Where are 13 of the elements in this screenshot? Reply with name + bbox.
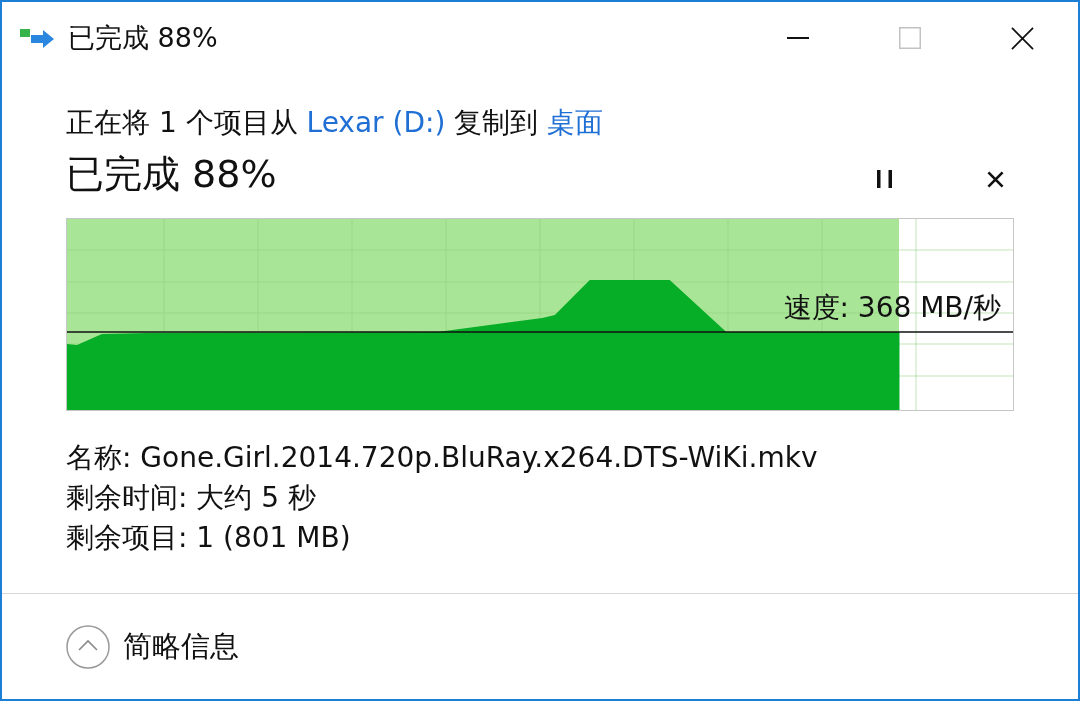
location-link[interactable]: Lexar (D:) [306,106,446,139]
progress-heading: 已完成 88% [66,151,277,198]
close-icon [986,170,1004,188]
detail-text: 剩余时间: 大约 5 秒 [66,480,316,516]
copy-status-text: 正在将 1 个项目从 Lexar (D:) 复制到 桌面 [66,105,604,141]
detail-text: 剩余项目: 1 (801 MB) [66,520,351,556]
location-link[interactable]: 桌面 [547,106,604,139]
window-title: 已完成 88% [68,21,218,55]
transfer-icon [20,27,56,49]
speed-label: 速度: 368 MB/秒 [783,292,1001,324]
detail-text: 名称: Gone.Girl.2014.720p.BluRay.x264.DTS-WiKi.mkv [66,440,818,476]
pause-icon [876,170,892,188]
details-toggle-button[interactable]: 简略信息 [66,624,239,669]
